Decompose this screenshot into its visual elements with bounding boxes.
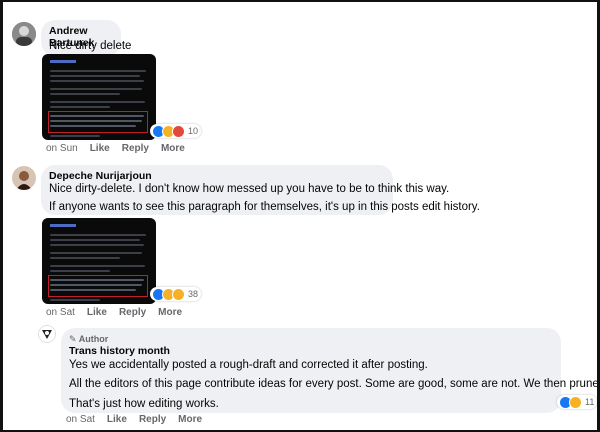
page-logo-icon bbox=[38, 325, 56, 343]
pencil-icon: ✎ bbox=[69, 334, 77, 344]
reply-text: All the editors of this page contribute … bbox=[69, 378, 597, 390]
timestamp[interactable]: on Sat bbox=[46, 307, 75, 318]
more-button[interactable]: More bbox=[158, 307, 182, 318]
comment-bubble: Andrew Bartunek Nice dirty delete bbox=[41, 20, 131, 56]
screenshot-text-line bbox=[50, 120, 142, 122]
avatar[interactable] bbox=[12, 166, 36, 190]
reply-button[interactable]: Reply bbox=[139, 414, 166, 425]
comment-text: If anyone wants to see this paragraph fo… bbox=[49, 201, 480, 213]
reaction-count: 38 bbox=[188, 289, 199, 299]
screenshot-text-line bbox=[50, 93, 120, 95]
author-badge-label: Author bbox=[78, 334, 109, 344]
screenshot-text-line bbox=[50, 299, 100, 301]
reply-text: Yes we accidentally posted a rough-draft… bbox=[69, 359, 428, 371]
comment-author[interactable]: Depeche Nurijarjoun bbox=[49, 170, 152, 182]
screenshot-text-line bbox=[50, 101, 145, 103]
comment-bubble: Depeche Nurijarjoun Nice dirty-delete. I… bbox=[41, 165, 480, 215]
timestamp[interactable]: on Sun bbox=[46, 143, 78, 154]
reply-button[interactable]: Reply bbox=[119, 307, 146, 318]
screenshot-text-line bbox=[50, 244, 144, 246]
reaction-count: 10 bbox=[188, 126, 199, 136]
screenshot-text-line bbox=[50, 88, 142, 90]
page-avatar[interactable] bbox=[38, 325, 56, 343]
like-button[interactable]: Like bbox=[87, 307, 107, 318]
screenshot-text-line bbox=[50, 284, 142, 286]
reaction-summary[interactable]: 38 bbox=[150, 287, 202, 301]
reply-button[interactable]: Reply bbox=[122, 143, 149, 154]
screenshot-text-line bbox=[50, 70, 146, 72]
screenshot-header bbox=[50, 60, 76, 63]
comment-text: Nice dirty delete bbox=[49, 40, 132, 52]
avatar-photo-icon bbox=[12, 22, 36, 46]
reply-bubble: ✎ Author Trans history month Yes we acci… bbox=[61, 328, 597, 413]
reply-text: That's just how editing works. bbox=[69, 398, 219, 410]
screenshot-text-line bbox=[50, 265, 145, 267]
screenshot-text-line bbox=[50, 270, 110, 272]
reaction-count: 11 bbox=[585, 397, 595, 407]
screenshot-text-line bbox=[50, 75, 140, 77]
angry-icon bbox=[172, 124, 185, 138]
comment-actions: on Sun Like Reply More bbox=[46, 143, 197, 154]
screenshot-text-line bbox=[50, 135, 100, 137]
like-button[interactable]: Like bbox=[107, 414, 127, 425]
screenshot-header bbox=[50, 224, 76, 227]
reaction-summary[interactable]: 11 bbox=[557, 395, 597, 409]
comment-text: Nice dirty-delete. I don't know how mess… bbox=[49, 183, 450, 195]
screenshot-text-line bbox=[50, 289, 136, 291]
reply-actions: on Sat Like Reply More bbox=[66, 414, 214, 425]
comment-actions: on Sat Like Reply More bbox=[46, 307, 194, 318]
more-button[interactable]: More bbox=[178, 414, 202, 425]
comment-attachment-image[interactable] bbox=[42, 218, 156, 304]
haha-icon bbox=[569, 395, 582, 409]
like-button[interactable]: Like bbox=[90, 143, 110, 154]
timestamp[interactable]: on Sat bbox=[66, 414, 95, 425]
screenshot-text-line bbox=[50, 106, 110, 108]
screenshot-text-line bbox=[50, 80, 144, 82]
avatar-photo-icon bbox=[12, 166, 36, 190]
screenshot-text-line bbox=[50, 279, 144, 281]
comment-thread: Andrew Bartunek Nice dirty delete 10 on … bbox=[3, 2, 597, 430]
author-badge: ✎ Author bbox=[69, 334, 108, 345]
screenshot-text-line bbox=[50, 115, 144, 117]
screenshot-text-line bbox=[50, 252, 142, 254]
comment-attachment-image[interactable] bbox=[42, 54, 156, 140]
reaction-summary[interactable]: 10 bbox=[150, 124, 202, 138]
screenshot-text-line bbox=[50, 125, 136, 127]
screenshot-text-line bbox=[50, 257, 120, 259]
screenshot-text-line bbox=[50, 239, 140, 241]
reply-author[interactable]: Trans history month bbox=[69, 345, 170, 357]
screenshot-text-line bbox=[50, 234, 146, 236]
care-icon bbox=[172, 287, 185, 301]
avatar[interactable] bbox=[12, 22, 36, 46]
more-button[interactable]: More bbox=[161, 143, 185, 154]
